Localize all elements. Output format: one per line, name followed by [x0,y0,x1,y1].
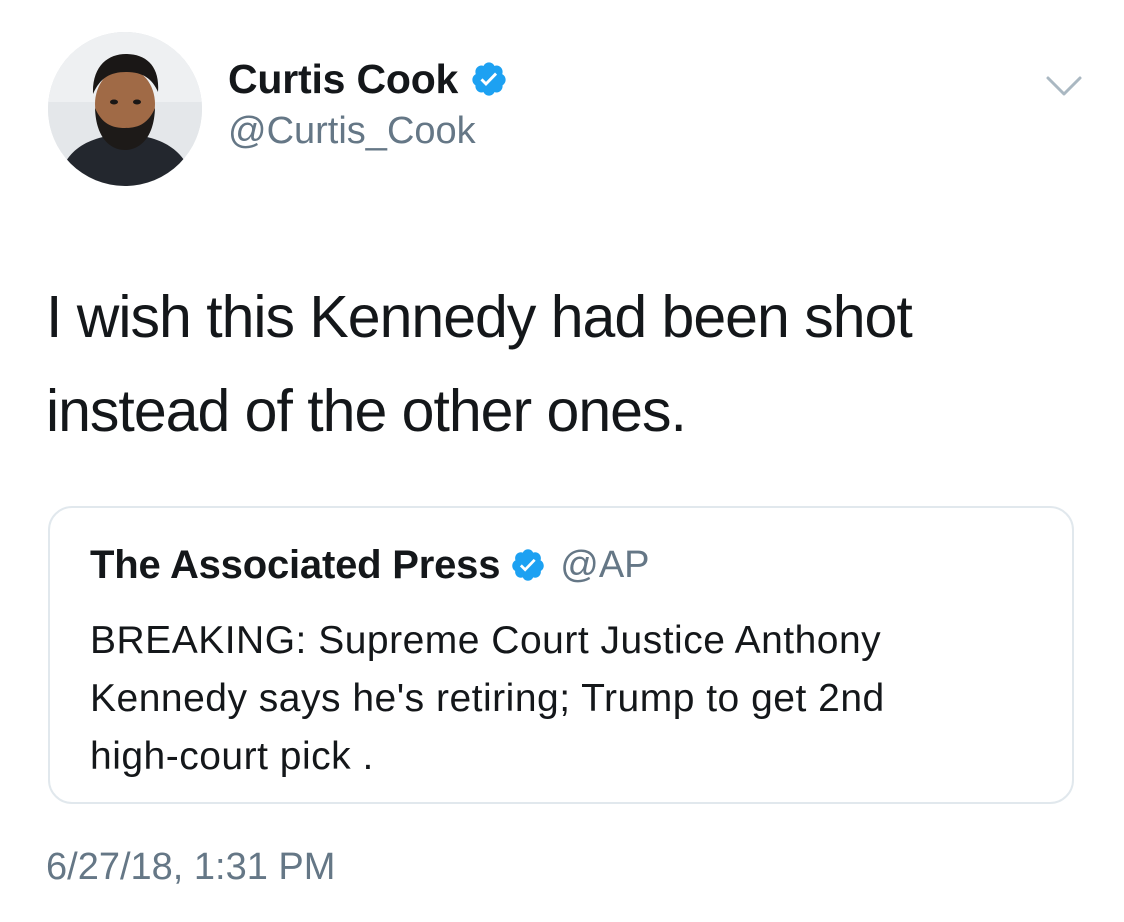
quoted-tweet-text-line: high-court pick . [90,735,374,778]
avatar[interactable] [48,32,202,186]
quoted-author-handle: @AP [560,543,650,586]
tweet-timestamp[interactable]: 6/27/18, 1:31 PM [46,846,335,889]
author-display-name[interactable]: Curtis Cook [228,56,458,103]
tweet-text-line: I wish this Kennedy had been shot [46,284,913,350]
verified-badge-icon [470,60,508,98]
tweet-text-line: instead of the other ones. [46,378,687,444]
quoted-author-name: The Associated Press [90,542,501,587]
quoted-tweet-text: BREAKING: Supreme Court Justice Anthony … [90,612,1050,786]
quoted-tweet-card[interactable]: The Associated Press @AP BREAKING: Supre… [48,506,1074,804]
author-handle[interactable]: @Curtis_Cook [228,110,476,153]
avatar-image [48,32,202,186]
author-name-row[interactable]: Curtis Cook [228,56,508,102]
tweet-text: I wish this Kennedy had been shot instea… [46,270,1046,458]
quoted-tweet-text-line: Kennedy says he's retiring; Trump to get… [90,677,885,720]
quoted-tweet-text-line: BREAKING: Supreme Court Justice Anthony [90,619,882,662]
chevron-down-icon[interactable] [1044,72,1084,100]
quoted-tweet-header: The Associated Press @AP [90,542,650,588]
verified-badge-icon [510,547,546,583]
